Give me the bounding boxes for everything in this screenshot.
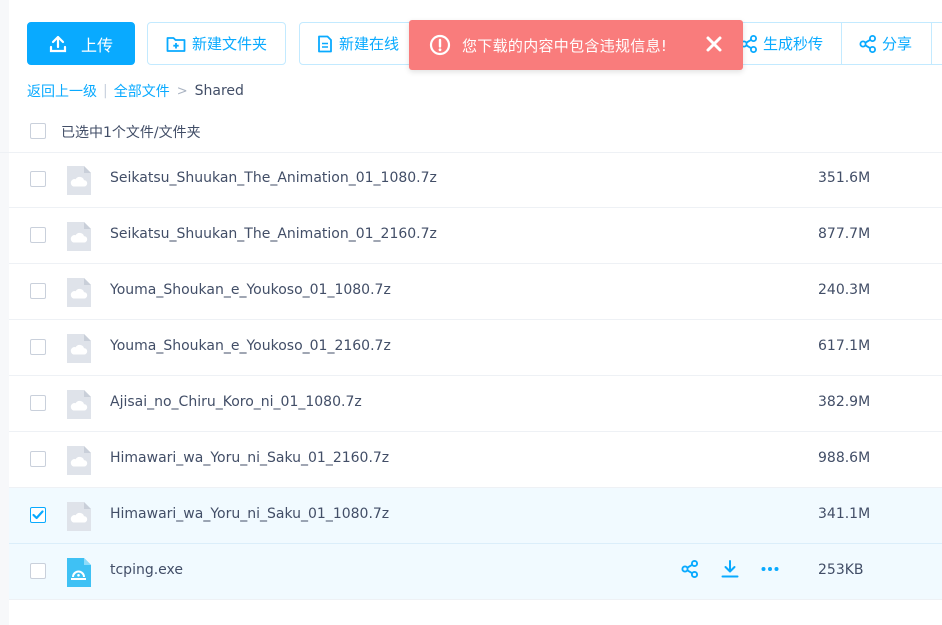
selection-count: 已选中1个文件/文件夹 (61, 125, 201, 141)
file-row[interactable]: Seikatsu_Shuukan_The_Animation_01_1080.7… (9, 152, 942, 208)
breadcrumb-arrow: > (176, 83, 188, 99)
exe-file-icon (65, 557, 92, 588)
document-icon (317, 35, 333, 53)
breadcrumb: 返回上一级 | 全部文件 > Shared (27, 81, 244, 101)
generate-instant-link-label: 生成秒传 (763, 35, 824, 53)
archive-cloud-icon (65, 165, 92, 196)
breadcrumb-separator: | (103, 83, 108, 99)
action-button-group: 生成秒传 分享 (730, 22, 942, 65)
select-all-checkbox[interactable] (30, 123, 46, 139)
file-checkbox[interactable] (30, 227, 46, 243)
archive-cloud-icon (65, 333, 92, 364)
left-strip (0, 0, 9, 625)
file-size: 240.3M (818, 282, 871, 298)
file-checkbox[interactable] (30, 395, 46, 411)
file-size: 341.1M (818, 506, 871, 522)
file-name[interactable]: Youma_Shoukan_e_Youkoso_01_1080.7z (110, 282, 391, 298)
new-online-doc-button[interactable]: 新建在线 (299, 22, 421, 65)
file-row[interactable]: Ajisai_no_Chiru_Koro_ni_01_1080.7z 382.9M (9, 376, 942, 432)
alert-circle-icon (429, 34, 451, 56)
file-row[interactable]: Himawari_wa_Yoru_ni_Saku_01_2160.7z 988.6… (9, 432, 942, 488)
file-list: Seikatsu_Shuukan_The_Animation_01_1080.7… (9, 152, 942, 600)
upload-button[interactable]: 上传 (27, 22, 135, 65)
upload-label: 上传 (80, 35, 113, 55)
new-folder-label: 新建文件夹 (191, 35, 267, 53)
file-name[interactable]: Seikatsu_Shuukan_The_Animation_01_1080.7… (110, 170, 437, 186)
new-online-doc-label: 新建在线 (339, 35, 400, 53)
file-size: 877.7M (818, 226, 871, 242)
share-button[interactable]: 分享 (842, 23, 932, 64)
upload-icon (49, 35, 67, 53)
archive-cloud-icon (65, 389, 92, 420)
error-toast: 您下载的内容中包含违规信息! (409, 20, 743, 70)
share-nodes-icon (858, 34, 878, 54)
file-size: 617.1M (818, 338, 871, 354)
file-size: 988.6M (818, 450, 871, 466)
more-icon[interactable] (760, 558, 780, 580)
file-row[interactable]: tcping.exe 253KB (9, 544, 942, 600)
file-checkbox[interactable] (30, 171, 46, 187)
file-row[interactable]: Youma_Shoukan_e_Youkoso_01_2160.7z 617.1M (9, 320, 942, 376)
file-row[interactable]: Seikatsu_Shuukan_The_Animation_01_2160.7… (9, 208, 942, 264)
file-size: 351.6M (818, 170, 871, 186)
share-label: 分享 (882, 35, 913, 53)
file-checkbox[interactable] (30, 339, 46, 355)
file-name[interactable]: Himawari_wa_Yoru_ni_Saku_01_1080.7z (110, 506, 389, 522)
file-row[interactable]: Himawari_wa_Yoru_ni_Saku_01_1080.7z 341.1… (9, 488, 942, 544)
file-size: 382.9M (818, 394, 871, 410)
archive-cloud-icon (65, 277, 92, 308)
file-name[interactable]: Ajisai_no_Chiru_Koro_ni_01_1080.7z (110, 394, 362, 410)
all-files-link[interactable]: 全部文件 (114, 81, 170, 101)
file-row[interactable]: Youma_Shoukan_e_Youkoso_01_1080.7z 240.3M (9, 264, 942, 320)
file-checkbox[interactable] (30, 451, 46, 467)
file-name[interactable]: Himawari_wa_Yoru_ni_Saku_01_2160.7z (110, 450, 389, 466)
new-folder-button[interactable]: 新建文件夹 (147, 22, 286, 65)
back-link[interactable]: 返回上一级 (27, 81, 97, 101)
file-name[interactable]: tcping.exe (110, 562, 183, 578)
file-checkbox[interactable] (30, 563, 46, 579)
toast-message: 您下载的内容中包含违规信息! (462, 36, 668, 55)
file-size: 253KB (818, 562, 864, 578)
archive-cloud-icon (65, 221, 92, 252)
generate-instant-link-button[interactable]: 生成秒传 (731, 23, 842, 64)
file-checkbox[interactable] (30, 507, 46, 523)
select-all-bar: 已选中1个文件/文件夹 (0, 111, 942, 153)
archive-cloud-icon (65, 445, 92, 476)
close-icon[interactable] (705, 35, 723, 53)
folder-plus-icon (166, 35, 186, 53)
file-checkbox[interactable] (30, 283, 46, 299)
share-icon[interactable] (680, 558, 700, 580)
file-name[interactable]: Youma_Shoukan_e_Youkoso_01_2160.7z (110, 338, 391, 354)
file-name[interactable]: Seikatsu_Shuukan_The_Animation_01_2160.7… (110, 226, 437, 242)
current-folder: Shared (194, 83, 244, 99)
checkmark-icon (32, 510, 44, 520)
archive-cloud-icon (65, 501, 92, 532)
download-icon[interactable] (720, 558, 740, 580)
row-actions (680, 558, 780, 580)
